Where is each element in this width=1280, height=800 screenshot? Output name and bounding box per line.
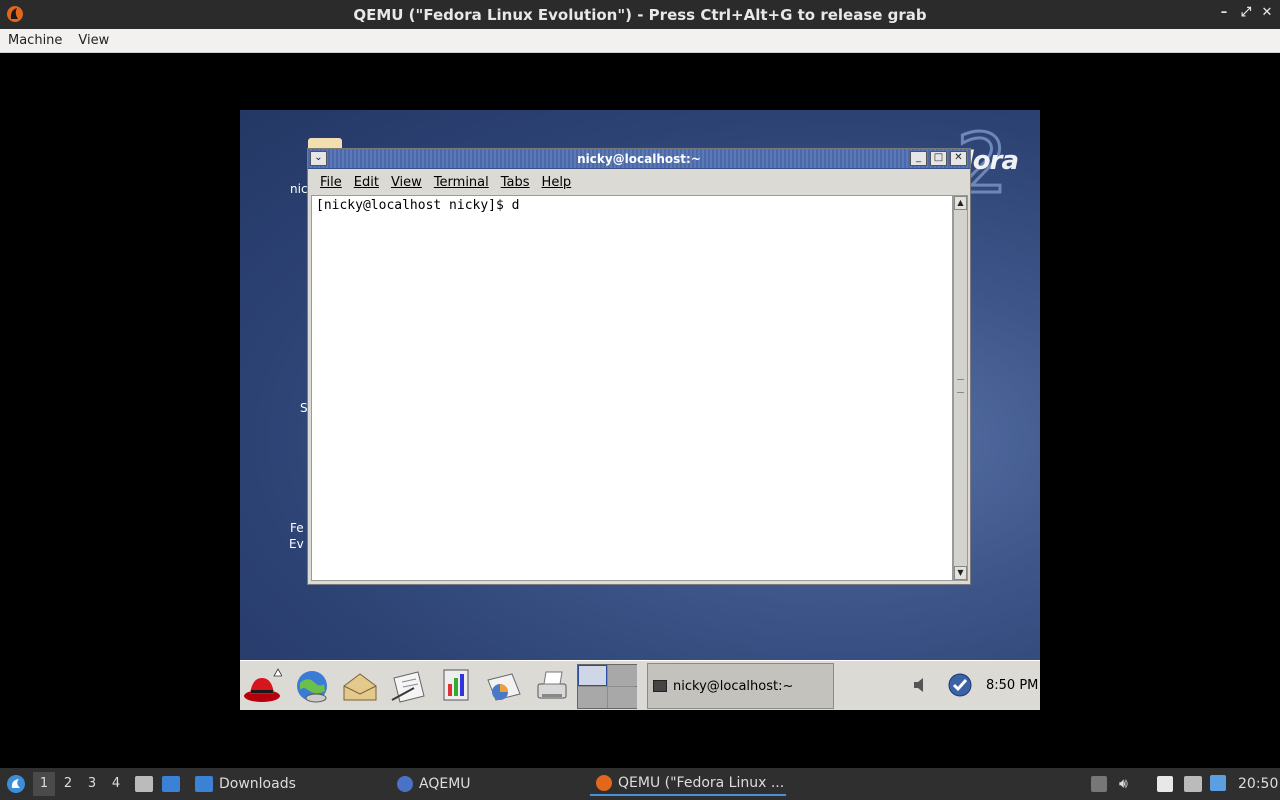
file-manager-icon[interactable] [135,776,153,792]
notifications-icon[interactable] [1210,775,1226,791]
terminal-titlebar[interactable]: ⌄ nicky@localhost:~ _ □ ✕ [308,149,970,169]
volume-icon[interactable] [912,676,928,694]
host-workspace-4[interactable]: 4 [105,772,127,796]
terminal-menu-file[interactable]: File [314,175,348,190]
spreadsheet-icon[interactable] [484,666,524,706]
terminal-menu-view[interactable]: View [385,175,428,190]
guest-panel: nicky@localhost:~ 8:50 PM [240,660,1040,710]
taskbar-terminal-label: nicky@localhost:~ [673,678,794,694]
workspace-4[interactable] [608,687,637,708]
qemu-menubar: Machine View [0,29,1280,53]
start-menu-icon[interactable] [6,774,26,794]
close-button[interactable]: ✕ [1259,5,1275,20]
qemu-task-icon [596,775,612,791]
guest-screen[interactable]: 2 edora nic S Fe Ev ⌄ nicky@localhost:~ … [240,110,1040,710]
terminal-task-icon [653,680,667,692]
menu-machine[interactable]: Machine [0,33,70,48]
tray-up-icon[interactable] [1091,776,1107,792]
terminal-output[interactable]: [nicky@localhost nicky]$ d [311,195,953,581]
minimize-button[interactable]: – [1216,5,1232,20]
taskbar-downloads-label: Downloads [219,776,296,792]
update-agent-icon[interactable] [948,673,972,697]
host-volume-icon[interactable]: 🔊︎ [1119,776,1128,792]
terminal-menu-terminal[interactable]: Terminal [428,175,495,190]
workspace-switcher[interactable] [577,664,637,709]
print-manager-icon[interactable] [532,666,572,706]
desktop-label-home[interactable]: nic [290,182,308,196]
taskbar-aqemu[interactable]: AQEMU [397,772,471,796]
taskbar-terminal-button[interactable]: nicky@localhost:~ [647,663,834,709]
terminal-minimize-button[interactable]: _ [910,151,927,166]
web-browser-icon[interactable] [292,666,332,706]
maximize-button[interactable]: ⤢ [1238,5,1254,20]
redhat-menu-icon[interactable] [242,666,282,706]
scroll-grip[interactable] [957,379,964,393]
aqemu-icon [397,776,413,792]
taskbar-downloads[interactable]: Downloads [195,772,296,796]
menu-view[interactable]: View [70,33,117,48]
taskbar-aqemu-label: AQEMU [419,776,471,792]
guest-clock[interactable]: 8:50 PM [986,678,1038,693]
terminal-menu-help[interactable]: Help [536,175,578,190]
email-icon[interactable] [340,666,380,706]
desktop-label-fedora[interactable]: Fe [290,521,304,535]
writer-icon[interactable] [388,666,428,706]
terminal-window[interactable]: ⌄ nicky@localhost:~ _ □ ✕ File Edit View… [307,148,971,585]
taskbar-qemu-label: QEMU ("Fedora Linux ... [618,775,785,791]
desktop-label-evolution[interactable]: Ev [289,537,304,551]
network-icon[interactable] [1184,776,1202,792]
qemu-window-title: QEMU ("Fedora Linux Evolution") - Press … [353,5,927,24]
host-workspace-1[interactable]: 1 [33,772,55,796]
presentation-icon[interactable] [436,666,476,706]
terminal-menu-edit[interactable]: Edit [348,175,385,190]
scroll-up-icon[interactable]: ▲ [954,196,967,210]
host-workspace-2[interactable]: 2 [57,772,79,796]
clipboard-icon[interactable] [1157,776,1173,792]
folder-icon [195,776,213,792]
host-clock[interactable]: 20:50 [1238,776,1278,792]
workspace-3[interactable] [578,687,607,708]
terminal-title: nicky@localhost:~ [577,152,701,166]
taskbar-qemu[interactable]: QEMU ("Fedora Linux ... [590,772,786,796]
scroll-down-icon[interactable]: ▼ [954,566,967,580]
terminal-maximize-button[interactable]: □ [930,151,947,166]
host-taskbar: 1 2 3 4 Downloads AQEMU QEMU ("Fedora Li… [0,768,1280,800]
qemu-app-icon [7,6,23,22]
show-desktop-icon[interactable] [162,776,180,792]
terminal-close-button[interactable]: ✕ [950,151,967,166]
host-workspace-3[interactable]: 3 [81,772,103,796]
terminal-scrollbar[interactable]: ▲ ▼ [953,195,968,581]
workspace-1[interactable] [578,665,607,686]
terminal-menu-tabs[interactable]: Tabs [495,175,536,190]
terminal-menubar: File Edit View Terminal Tabs Help [308,170,970,194]
workspace-2[interactable] [608,665,637,686]
qemu-titlebar[interactable]: QEMU ("Fedora Linux Evolution") - Press … [0,0,1280,29]
